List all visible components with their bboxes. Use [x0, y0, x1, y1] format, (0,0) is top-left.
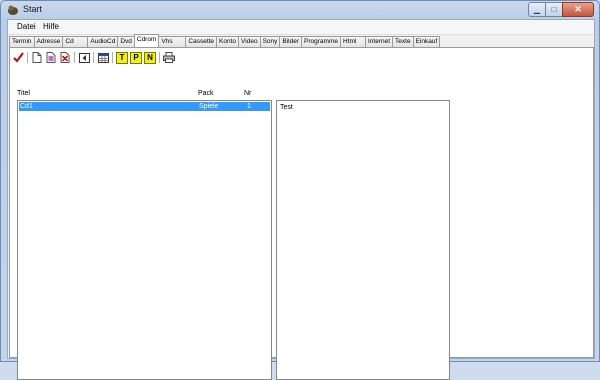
cell-pack: Spiele	[199, 103, 219, 110]
tab-konto[interactable]: Konto	[216, 36, 240, 47]
letter-n-button[interactable]: N	[144, 51, 156, 64]
window-title: Start	[23, 4, 43, 14]
tab-einkauf[interactable]: Einkauf	[412, 36, 441, 47]
table-row[interactable]: Cd1 Spiele 1	[19, 102, 270, 111]
text-field-value: Test	[280, 104, 293, 111]
checkmark-icon[interactable]	[12, 52, 24, 64]
tab-video[interactable]: Video	[238, 36, 261, 47]
tab-adresse[interactable]: Adresse	[33, 36, 64, 47]
column-header-nr[interactable]: Nr	[244, 90, 251, 97]
letter-t-button[interactable]: T	[116, 51, 128, 64]
app-icon	[8, 5, 18, 15]
toolbar-separator	[74, 52, 75, 63]
toolbar-separator	[93, 52, 94, 63]
maximize-icon: □	[551, 5, 557, 14]
tab-texte[interactable]: Texte	[392, 36, 414, 47]
tab-html[interactable]: Html	[339, 36, 366, 47]
title-bar[interactable]: Start ▁ □ ✕	[1, 1, 599, 19]
back-icon[interactable]	[78, 52, 90, 64]
menu-bar: Datei Hilfe	[8, 20, 594, 35]
toolbar-separator	[27, 52, 28, 63]
edit-document-icon[interactable]	[45, 52, 57, 64]
column-header-pack[interactable]: Pack	[198, 90, 214, 97]
client-area: Datei Hilfe Termin Adresse Cd AudioCd Dv…	[7, 19, 595, 380]
print-icon[interactable]	[163, 52, 175, 64]
tab-panel-cdrom: T P N Titel Pack Nr Cd1 Spiele 1 Test	[9, 47, 594, 380]
close-icon: ✕	[574, 4, 582, 14]
minimize-button[interactable]: ▁	[528, 2, 546, 17]
tab-vhs[interactable]: Vhs	[158, 36, 187, 47]
text-field[interactable]: Test	[276, 100, 450, 380]
table-icon[interactable]	[97, 52, 109, 64]
toolbar-separator	[112, 52, 113, 63]
delete-document-icon[interactable]	[59, 52, 71, 64]
column-header-titel[interactable]: Titel	[17, 90, 30, 97]
tab-cd[interactable]: Cd	[62, 36, 89, 47]
tab-sony[interactable]: Sony	[259, 36, 281, 47]
tab-internet[interactable]: Internet	[364, 36, 394, 47]
new-document-icon[interactable]	[31, 52, 43, 64]
close-button[interactable]: ✕	[562, 2, 594, 17]
menu-hilfe[interactable]: Hilfe	[43, 22, 59, 31]
item-list[interactable]: Cd1 Spiele 1	[17, 100, 272, 380]
toolbar-separator	[159, 52, 160, 63]
tab-strip: Termin Adresse Cd AudioCd Dvd Cdrom Vhs …	[9, 34, 441, 47]
tab-termin[interactable]: Termin	[9, 36, 35, 47]
cell-titel: Cd1	[20, 103, 33, 110]
tab-bilder[interactable]: Bilder	[279, 36, 303, 47]
tab-audiocd[interactable]: AudioCd	[87, 36, 119, 47]
tab-cdrom[interactable]: Cdrom	[133, 34, 160, 47]
maximize-button[interactable]: □	[546, 2, 562, 17]
tab-cassette[interactable]: Cassette	[185, 36, 218, 47]
minimize-icon: ▁	[533, 5, 541, 14]
main-window: Start ▁ □ ✕ Datei Hilfe Termin Adresse C…	[0, 0, 600, 380]
menu-datei[interactable]: Datei	[17, 22, 36, 31]
toolbar: T P N	[12, 51, 177, 64]
cell-nr: 1	[247, 103, 251, 110]
tab-dvd[interactable]: Dvd	[117, 36, 135, 47]
tab-programme[interactable]: Programme	[301, 36, 341, 47]
letter-p-button[interactable]: P	[130, 51, 142, 64]
